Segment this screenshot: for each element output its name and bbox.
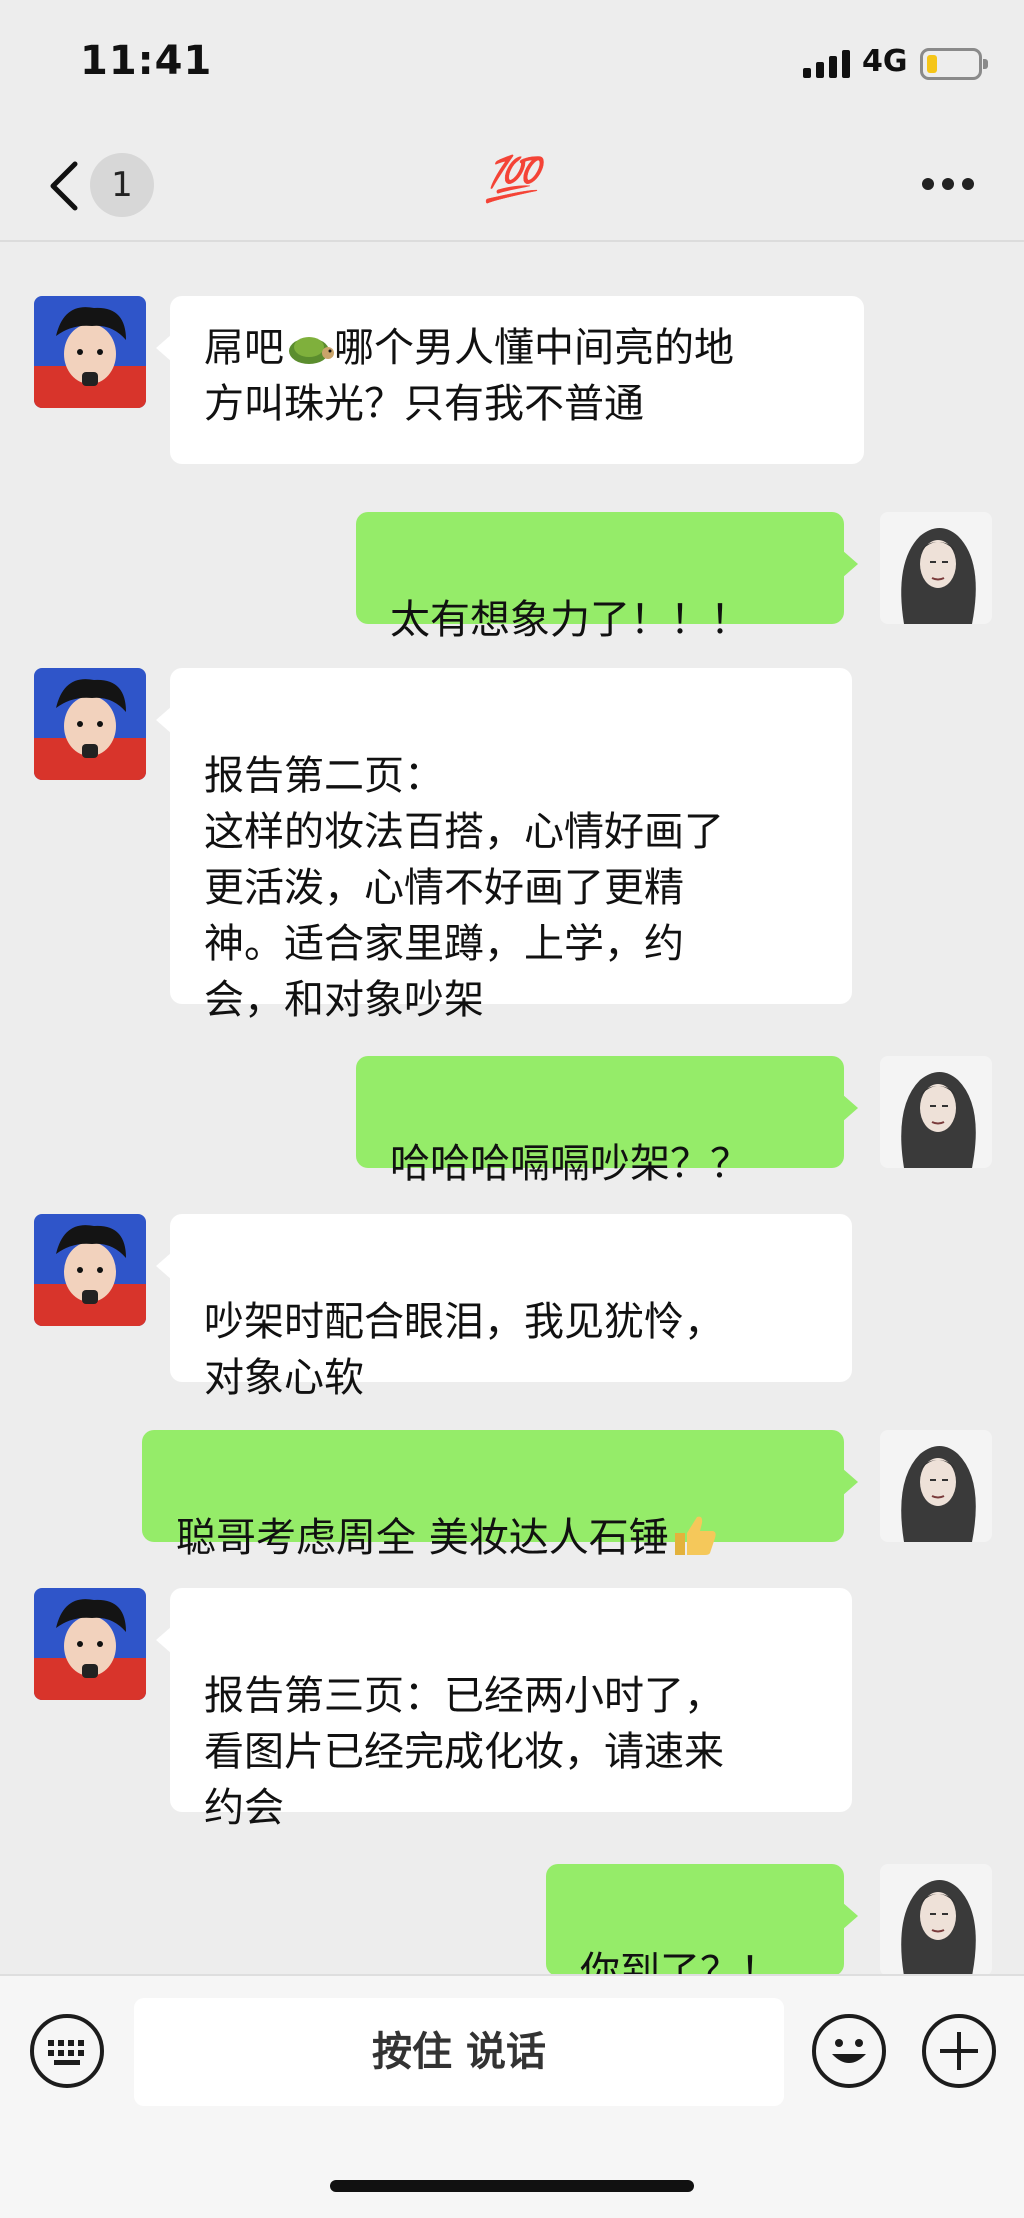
user-avatar[interactable] xyxy=(880,1864,992,1974)
contact-avatar[interactable] xyxy=(34,668,146,780)
message-list[interactable]: 屌吧 哪个男人懂中间亮的地 方叫珠光？只有我不普通 太有想象力了！！！ 报告第二页… xyxy=(0,244,1024,1974)
turtle-icon xyxy=(284,326,334,366)
chat-header: 1 💯 xyxy=(0,130,1024,242)
ellipsis-icon[interactable] xyxy=(922,178,974,192)
contact-avatar[interactable] xyxy=(34,1588,146,1700)
smiley-icon[interactable] xyxy=(812,2014,886,2088)
message-bubble-incoming[interactable]: 屌吧 哪个男人懂中间亮的地 方叫珠光？只有我不普通 xyxy=(156,296,864,464)
chevron-left-icon[interactable] xyxy=(45,156,95,216)
status-bar: 11:41 4G xyxy=(0,0,1024,130)
message-text: 哈哈哈嗝嗝吵架？？ xyxy=(390,1141,750,1187)
message-text: 聪哥考虑周全 美妆达人石锤 xyxy=(176,1515,669,1561)
message-bubble-outgoing[interactable]: 哈哈哈嗝嗝吵架？？ xyxy=(356,1056,858,1187)
keyboard-icon[interactable] xyxy=(30,2014,104,2088)
message-bubble-incoming[interactable]: 报告第三页：已经两小时了， 看图片已经完成化妆，请速来 约会 xyxy=(156,1588,852,1831)
message-bubble-outgoing[interactable]: 太有想象力了！！！ xyxy=(356,512,858,643)
message-bubble-outgoing[interactable]: 聪哥考虑周全 美妆达人石锤 xyxy=(142,1430,858,1561)
chat-title: 💯 xyxy=(484,154,540,205)
message-bubble-outgoing[interactable]: 你到了？！ xyxy=(546,1864,858,1974)
home-indicator[interactable] xyxy=(330,2180,694,2192)
message-bubble-incoming[interactable]: 报告第二页： 这样的妆法百搭，心情好画了 更活泼，心情不好画了更精 神。适合家里… xyxy=(156,668,852,1023)
message-text: 报告第二页： 这样的妆法百搭，心情好画了 更活泼，心情不好画了更精 神。适合家里… xyxy=(204,753,724,1023)
plus-icon[interactable] xyxy=(922,2014,996,2088)
message-text: 你到了？！ xyxy=(580,1949,780,1974)
battery-icon xyxy=(920,48,988,80)
thumbs-up-icon xyxy=(669,1513,719,1555)
message-bubble-incoming[interactable]: 吵架时配合眼泪，我见犹怜， 对象心软 xyxy=(156,1214,852,1401)
user-avatar[interactable] xyxy=(880,512,992,624)
hold-to-talk-button[interactable]: 按住 说话 xyxy=(134,1998,784,2106)
unread-count-badge[interactable]: 1 xyxy=(90,153,154,217)
status-time: 11:41 xyxy=(80,38,213,84)
signal-icon xyxy=(803,50,851,78)
contact-avatar[interactable] xyxy=(34,296,146,408)
message-text: 太有想象力了！！！ xyxy=(390,597,750,643)
network-type: 4G xyxy=(862,44,908,79)
message-text: 吵架时配合眼泪，我见犹怜， 对象心软 xyxy=(204,1299,724,1401)
user-avatar[interactable] xyxy=(880,1056,992,1168)
user-avatar[interactable] xyxy=(880,1430,992,1542)
message-text: 屌吧 xyxy=(204,325,284,371)
contact-avatar[interactable] xyxy=(34,1214,146,1326)
message-text: 报告第三页：已经两小时了， 看图片已经完成化妆，请速来 约会 xyxy=(204,1673,724,1831)
